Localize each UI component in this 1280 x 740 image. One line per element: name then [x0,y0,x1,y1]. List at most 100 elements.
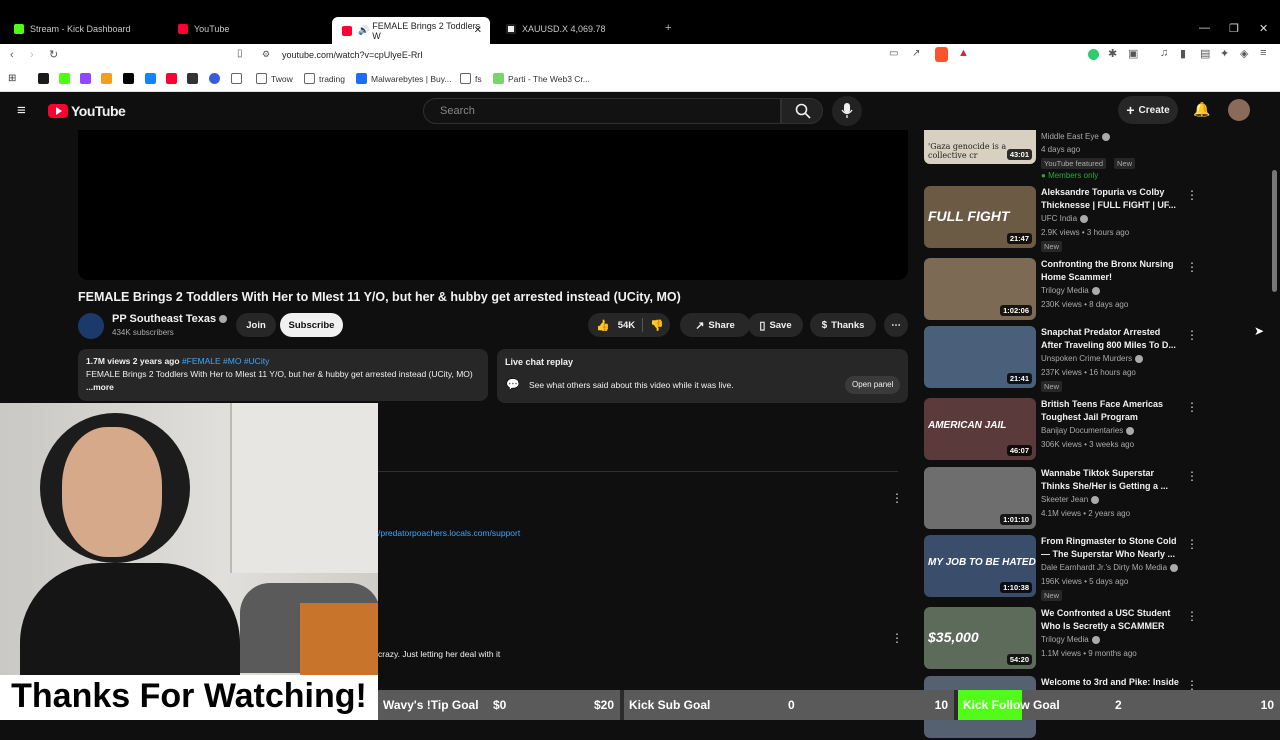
more-options-icon[interactable]: ⋮ [1186,260,1198,274]
verified-icon [1091,286,1100,295]
sidebar-scrollbar[interactable] [1272,170,1277,292]
more-link[interactable]: ...more [86,382,114,392]
bookmark-icon-3[interactable] [101,73,116,84]
list-item[interactable]: 21:41 Snapchat Predator Arrested After Tr… [924,326,1264,392]
thanks-button[interactable]: $ Thanks [810,313,876,337]
wallet2-icon[interactable]: ▤ [1200,47,1210,60]
bookmark-trading[interactable]: trading [304,73,345,84]
brave-shield-icon[interactable] [935,47,948,62]
video-description[interactable]: 1.7M views 2 years ago #FEMALE #MO #UCit… [78,349,488,401]
comment-options-icon[interactable]: ⋮ [891,491,903,505]
hamburger-menu-icon[interactable]: ≡ [17,102,26,119]
tab-current-video[interactable]: 🔊 FEMALE Brings 2 Toddlers W ✕ [332,17,490,44]
hashtags[interactable]: #FEMALE #MO #UCity [182,356,269,366]
voice-search-button[interactable] [832,96,862,126]
bookmark-icon-4[interactable] [209,73,224,84]
vpn-icon[interactable]: ◈ [1240,47,1248,60]
list-item[interactable]: 1:01:10 Wannabe Tiktok Superstar Thinks S… [924,467,1264,531]
video-meta: 1.1M views • 9 months ago [1041,649,1137,658]
plus-icon: + [1126,102,1135,118]
list-item[interactable]: 1:02:06 Confronting the Bronx Nursing Hom… [924,258,1264,322]
x-icon[interactable] [123,73,138,84]
youtube-bookmark-icon[interactable] [166,73,181,84]
verified-icon [1126,426,1135,435]
url-field[interactable]: youtube.com/watch?v=cpUlyeE-RrI [282,50,423,60]
subscribe-button[interactable]: Subscribe [280,313,343,337]
video-title: From Ringmaster to Stone Cold — The Supe… [1041,536,1177,559]
ai-icon[interactable]: ✦ [1220,47,1229,60]
list-item[interactable]: FULL FIGHT 21:47 Aleksandre Topuria vs Col… [924,186,1264,252]
rewards-icon[interactable]: ▲ [958,47,969,59]
avatar[interactable] [1228,99,1250,121]
sidebar-icon[interactable]: ▮ [1180,47,1186,60]
more-options-icon[interactable]: ⋮ [1186,537,1198,551]
rumble-icon[interactable] [187,73,202,84]
back-icon[interactable]: ‹ [10,49,14,61]
comment-options-icon[interactable]: ⋮ [891,631,903,645]
bookmark-icon-2[interactable] [59,73,74,84]
reload-icon[interactable]: ↻ [49,48,58,61]
extension-icon[interactable] [1088,49,1099,60]
comment-link[interactable]: /predatorpoachers.locals.com/support [378,528,520,538]
site-info-icon[interactable]: ⚙ [262,49,270,60]
tab-xauusd[interactable]: XAUUSD.X 4,069.78 [496,17,656,41]
thanks-for-watching-banner: Thanks For Watching! [0,675,378,720]
video-player[interactable] [78,130,908,280]
bookmark-icon-1[interactable] [38,73,53,84]
new-badge: New [1114,158,1136,169]
video-title: Confronting the Bronx Nursing Home Scamm… [1041,259,1174,282]
list-item[interactable]: 'Gaza genocide is a collective cr 43:01 … [924,130,1264,182]
shirt [20,563,240,675]
bluesky-icon[interactable] [145,73,160,84]
video-title: Aleksandre Topuria vs Colby Thicknesse |… [1041,187,1176,210]
close-window-icon[interactable]: ✕ [1259,22,1268,35]
save-button[interactable]: ▯ Save [748,313,803,337]
more-actions-button[interactable]: ⋯ [884,313,908,337]
menu-icon[interactable]: ≡ [1260,47,1266,59]
folder-icon[interactable] [231,73,246,84]
channel-avatar[interactable] [78,313,104,339]
maximize-icon[interactable]: ❐ [1229,22,1239,35]
kick-icon [14,24,24,34]
bookmark-fs[interactable]: fs [460,73,482,84]
bookmarks-bar: ⊞ Twow trading Malwarebytes | Buy... fs … [0,68,1280,92]
open-panel-button[interactable]: Open panel [845,376,901,394]
share-button[interactable]: ↗ Share [680,313,750,337]
more-options-icon[interactable]: ⋮ [1186,400,1198,414]
more-options-icon[interactable]: ⋮ [1186,469,1198,483]
youtube-logo[interactable]: YouTube [48,103,126,119]
apps-icon[interactable]: ⊞ [8,73,16,84]
more-options-icon[interactable]: ⋮ [1186,188,1198,202]
like-count[interactable]: 54K [618,320,635,331]
more-options-icon[interactable]: ⋮ [1186,609,1198,623]
thumbs-down-icon[interactable]: 👎 [650,319,664,332]
bookmark-icon[interactable]: ▯ [237,48,243,59]
tab-kick-dashboard[interactable]: Stream - Kick Dashboard [4,17,164,41]
list-item[interactable]: $35,000 54:20 We Confronted a USC Student … [924,607,1264,671]
list-item[interactable]: AMERICAN JAIL 46:07 British Teens Face Ame… [924,398,1264,462]
notifications-bell-icon[interactable]: 🔔 [1193,101,1210,118]
create-button[interactable]: + Create [1118,96,1178,124]
tab-youtube[interactable]: YouTube [168,17,328,41]
more-options-icon[interactable]: ⋮ [1186,328,1198,342]
twitch-icon[interactable] [80,73,95,84]
join-button[interactable]: Join [236,313,276,337]
list-item[interactable]: MY JOB TO BE HATED 1:10:38 From Ringmaster… [924,535,1264,601]
puzzle-icon[interactable]: ✱ [1108,47,1117,60]
channel-name[interactable]: PP Southeast Texas [112,313,228,325]
bookmark-parti[interactable]: Parti - The Web3 Cr... [493,73,590,84]
search-button[interactable] [781,98,823,124]
video-thumbnail: 1:01:10 [924,467,1036,529]
bookmark-malwarebytes[interactable]: Malwarebytes | Buy... [356,73,451,84]
close-tab-icon[interactable]: ✕ [474,25,482,36]
bookmark-twow[interactable]: Twow [256,73,293,84]
cast-icon[interactable]: ▭ [889,48,898,59]
share-icon[interactable]: ↗ [912,48,920,59]
forward-icon[interactable]: › [30,49,34,61]
music-icon[interactable]: ♫ [1160,47,1168,59]
new-tab-button[interactable]: + [665,22,671,34]
wallet-icon[interactable]: ▣ [1128,47,1138,60]
thumbs-up-icon[interactable]: 👍 [596,319,610,332]
search-input[interactable]: Search [423,98,781,124]
minimize-icon[interactable]: — [1199,22,1210,34]
